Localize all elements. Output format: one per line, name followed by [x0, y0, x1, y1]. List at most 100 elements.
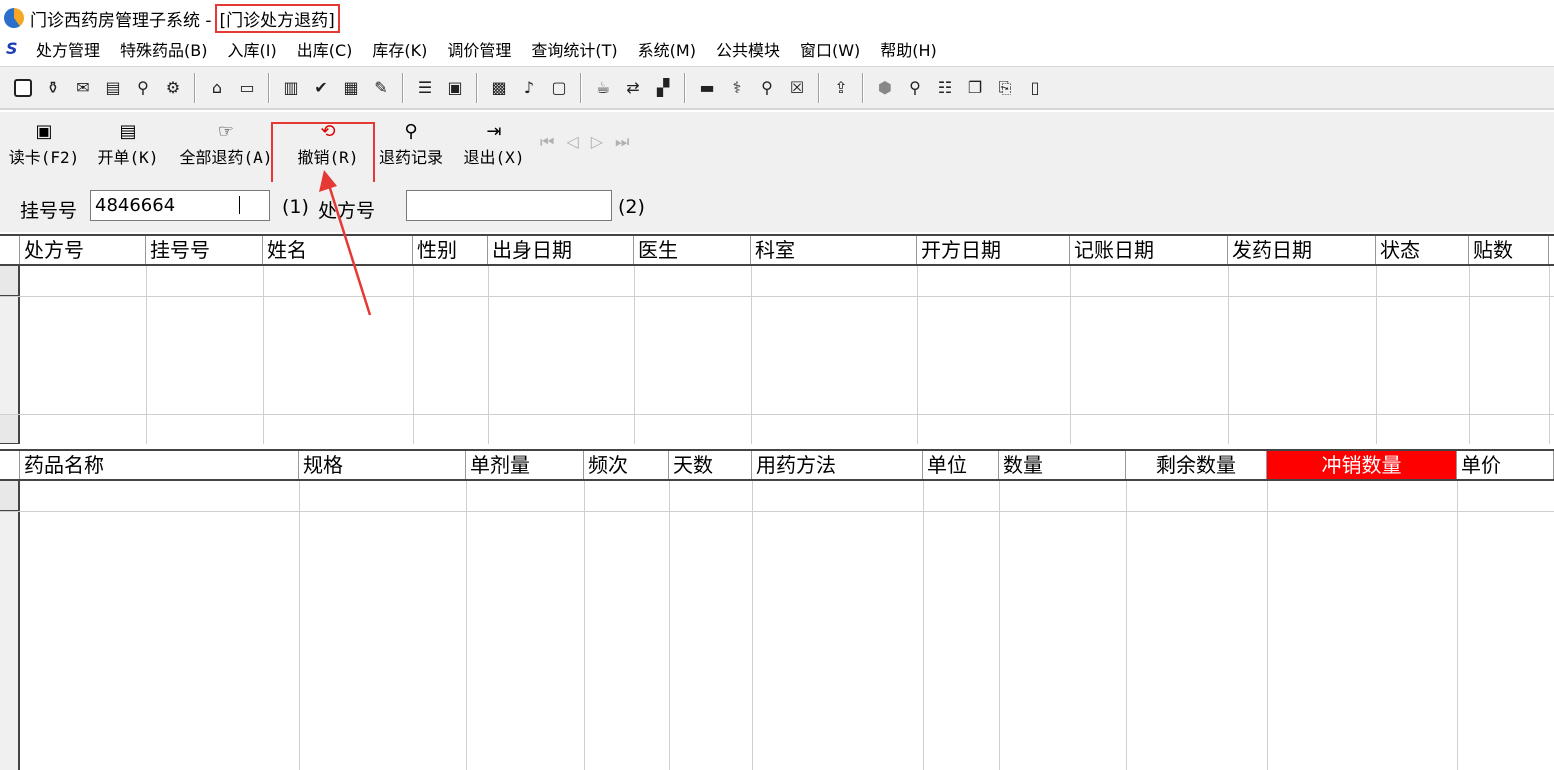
next-record-icon[interactable]: ▷ [591, 132, 615, 151]
col-rx-no[interactable]: 处方号 [20, 236, 146, 264]
col-frequency[interactable]: 频次 [584, 451, 669, 479]
split-horizontal-icon[interactable]: ☷ [934, 77, 956, 99]
col-write-off[interactable]: 冲销数量 [1267, 451, 1457, 479]
column-divider [669, 481, 670, 770]
col-status[interactable]: 状态 [1376, 236, 1469, 264]
close-box-icon[interactable]: ☒ [786, 77, 808, 99]
folder-icon[interactable]: ▬ [696, 77, 718, 99]
row-divider [0, 414, 1554, 415]
col-name[interactable]: 姓名 [263, 236, 413, 264]
transfer-icon[interactable]: ⇄ [622, 77, 644, 99]
row-indicator[interactable] [0, 266, 18, 296]
calendar-icon[interactable]: ▢ [548, 77, 570, 99]
return-all-button[interactable]: ☞ 全部退药(A) [176, 120, 276, 176]
check-mail-icon[interactable]: ✉ [72, 77, 94, 99]
record-navigator[interactable]: ⏮◁▷⏭ [540, 132, 641, 152]
menu-system[interactable]: 系统(M) [638, 37, 696, 61]
document-icon[interactable]: ▤ [102, 77, 124, 99]
edit-doc-icon[interactable]: ✎ [370, 77, 392, 99]
house-icon[interactable]: ⌂ [206, 77, 228, 99]
note-icon[interactable]: ▯ [1024, 77, 1046, 99]
col-spec[interactable]: 规格 [299, 451, 466, 479]
upload-icon[interactable]: ⇪ [830, 77, 852, 99]
col-account-date[interactable]: 记账日期 [1070, 236, 1228, 264]
col-reg-no[interactable]: 挂号号 [146, 236, 263, 264]
grid-icon[interactable]: ▩ [488, 77, 510, 99]
col-unit-dose[interactable]: 单剂量 [466, 451, 584, 479]
row-divider [0, 511, 1554, 512]
gray-shape-icon[interactable]: ⬢ [874, 77, 896, 99]
drug-grid[interactable]: 药品名称 规格 单剂量 频次 天数 用药方法 单位 数量 剩余数量 冲销数量 单… [0, 449, 1554, 770]
last-record-icon[interactable]: ⏭ [615, 132, 641, 151]
system-menu-icon[interactable]: S [6, 39, 28, 59]
magnifier-icon[interactable]: ⚲ [756, 77, 778, 99]
menu-stock-in[interactable]: 入库(I) [227, 37, 276, 61]
menu-stock-out[interactable]: 出库(C) [297, 37, 353, 61]
menu-common-module[interactable]: 公共模块 [716, 37, 780, 61]
search-icon[interactable]: ⚲ [904, 77, 926, 99]
cup-icon[interactable]: ☕ [592, 77, 614, 99]
menu-price-adjust[interactable]: 调价管理 [447, 37, 511, 61]
menu-bar: S 处方管理 特殊药品(B) 入库(I) 出库(C) 库存(K) 调价管理 查询… [0, 36, 1554, 62]
registration-input[interactable]: 4846664 [90, 190, 270, 221]
title-bar: 门诊西药房管理子系统 - [门诊处方退药] [0, 0, 1554, 36]
prescription-grid[interactable]: 处方号 挂号号 姓名 性别 出身日期 医生 科室 开方日期 记账日期 发药日期 … [0, 234, 1554, 444]
menu-special-drugs[interactable]: 特殊药品(B) [120, 37, 207, 61]
col-usage[interactable]: 用药方法 [752, 451, 923, 479]
form-edit-icon[interactable]: ☰ [414, 77, 436, 99]
prescription-input[interactable] [406, 190, 612, 221]
menu-query-stats[interactable]: 查询统计(T) [531, 37, 617, 61]
film-icon[interactable]: ▞ [652, 77, 674, 99]
window-subtitle: [门诊处方退药] [214, 3, 340, 33]
image-icon[interactable]: ▣ [444, 77, 466, 99]
col-doctor[interactable]: 医生 [634, 236, 751, 264]
column-divider [299, 481, 300, 770]
column-divider [999, 481, 1000, 770]
cascade-icon[interactable]: ❐ [964, 77, 986, 99]
thermometer-icon[interactable]: ⚕ [726, 77, 748, 99]
col-drug-name[interactable]: 药品名称 [20, 451, 299, 479]
col-department[interactable]: 科室 [751, 236, 917, 264]
return-records-label: 退药记录 [378, 148, 443, 167]
card-icon[interactable]: ▭ [236, 77, 258, 99]
first-record-icon[interactable]: ⏮ [540, 132, 566, 151]
tools-icon[interactable]: ⚙ [162, 77, 184, 99]
prev-record-icon[interactable]: ◁ [566, 132, 590, 151]
col-rx-date[interactable]: 开方日期 [917, 236, 1070, 264]
return-records-button[interactable]: ⚲ 退药记录 [374, 120, 448, 176]
prescription-label: 处方号 [318, 200, 376, 222]
report-icon[interactable]: ▥ [280, 77, 302, 99]
read-card-button[interactable]: ▣ 读卡(F2) [8, 120, 80, 176]
column-divider [488, 266, 489, 444]
action-bar: ▣ 读卡(F2) ▤ 开单(K) ☞ 全部退药(A) ⟲ 撤销(R) ⚲ 退药记… [0, 112, 1554, 182]
register-icon[interactable] [12, 77, 34, 99]
export-icon[interactable]: ⎘ [994, 77, 1016, 99]
column-divider [1228, 266, 1229, 444]
checkmark-icon[interactable]: ✔ [310, 77, 332, 99]
menu-window[interactable]: 窗口(W) [800, 37, 860, 61]
column-divider [263, 266, 264, 444]
column-divider [923, 481, 924, 770]
col-dispense-date[interactable]: 发药日期 [1228, 236, 1376, 264]
col-birth-date[interactable]: 出身日期 [488, 236, 634, 264]
records-search-icon: ⚲ [404, 121, 418, 142]
col-doses[interactable]: 贴数 [1469, 236, 1549, 264]
col-quantity[interactable]: 数量 [999, 451, 1126, 479]
col-gender[interactable]: 性别 [413, 236, 488, 264]
bottle-icon[interactable]: ⚱ [42, 77, 64, 99]
menu-prescription[interactable]: 处方管理 [36, 37, 100, 61]
exit-button[interactable]: ⇥ 退出(X) [462, 120, 526, 176]
menu-help[interactable]: 帮助(H) [880, 37, 937, 61]
row-indicator[interactable] [0, 481, 18, 511]
bell-icon[interactable]: ♪ [518, 77, 540, 99]
row-indicator[interactable] [0, 414, 18, 444]
col-days[interactable]: 天数 [669, 451, 752, 479]
binoculars-icon[interactable]: ⚲ [132, 77, 154, 99]
col-unit[interactable]: 单位 [923, 451, 999, 479]
col-unit-price[interactable]: 单价 [1457, 451, 1554, 479]
menu-inventory[interactable]: 库存(K) [372, 37, 427, 61]
col-remaining[interactable]: 剩余数量 [1126, 451, 1267, 479]
clipboard-icon[interactable]: ▦ [340, 77, 362, 99]
open-bill-button[interactable]: ▤ 开单(K) [96, 120, 160, 176]
column-divider [1070, 266, 1071, 444]
